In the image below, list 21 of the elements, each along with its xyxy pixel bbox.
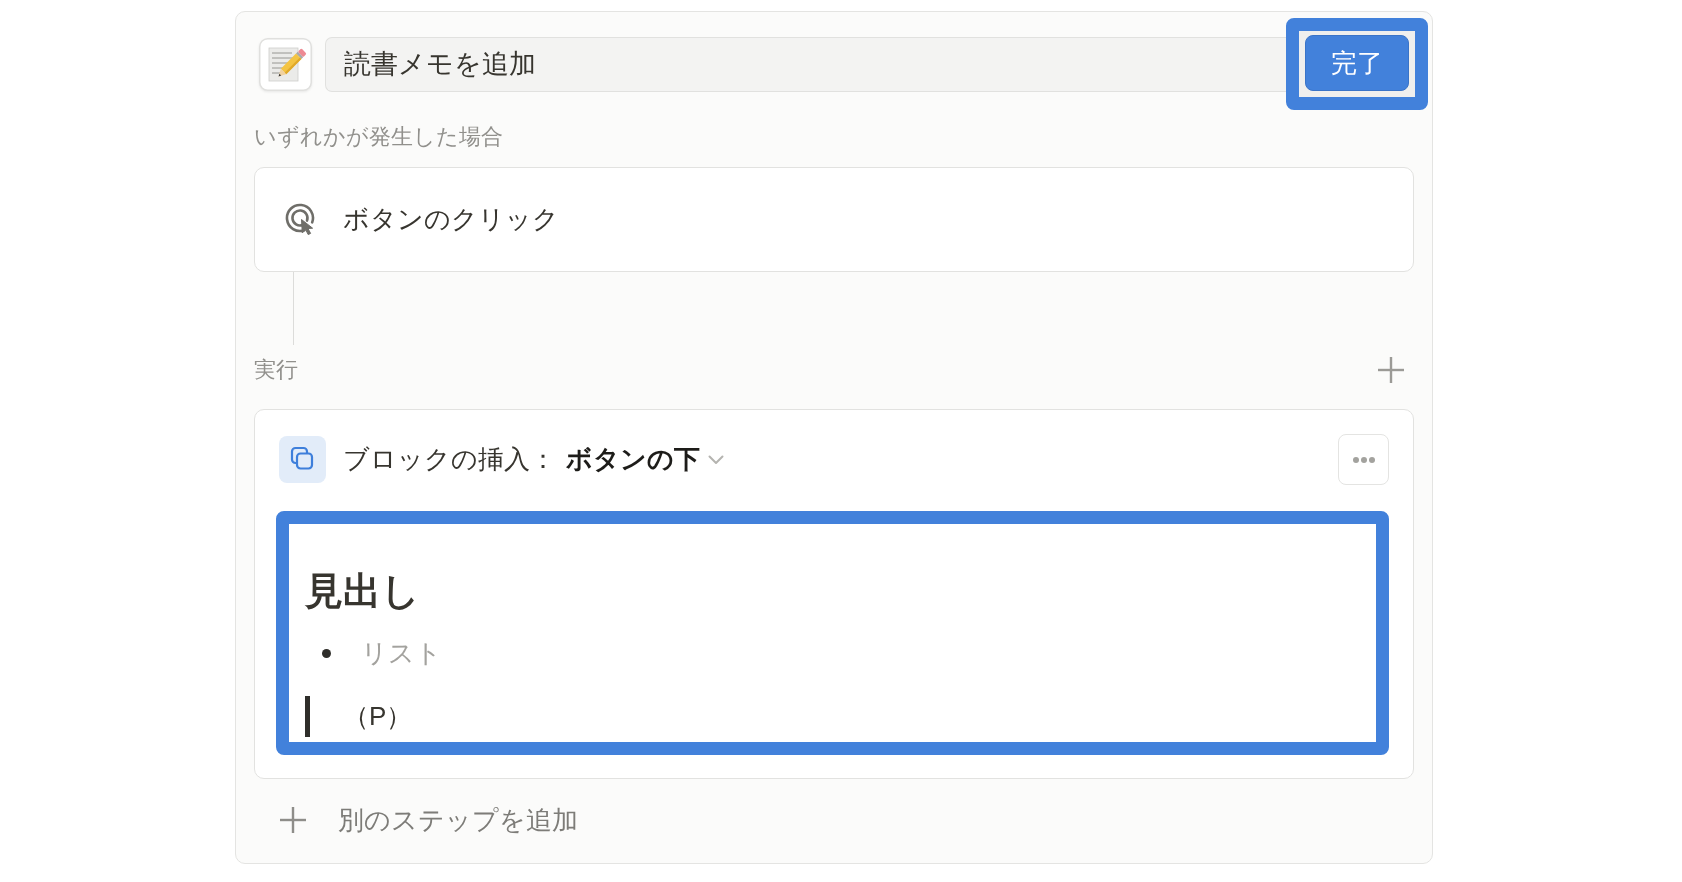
section-label: 実行 [254, 356, 298, 384]
trigger-label: ボタンのクリック [343, 203, 559, 236]
heading-text: 見出し [305, 569, 421, 614]
action-label: ブロックの挿入： [342, 443, 556, 476]
add-step-button[interactable]: 別のステップを追加 [254, 800, 578, 840]
bullet-icon [322, 648, 331, 658]
title-field[interactable]: 読書メモを追加 [324, 36, 1286, 92]
memo-icon[interactable] [258, 37, 312, 91]
plus-icon[interactable] [1378, 357, 1404, 383]
plus-icon [280, 807, 306, 833]
more-button[interactable] [1338, 434, 1389, 485]
done-button[interactable]: 完了 [1305, 35, 1409, 91]
position-dropdown[interactable]: ボタンの下 [565, 440, 724, 479]
list-item-text: リスト [361, 637, 442, 670]
quote-text: （P） [343, 700, 413, 733]
copy-icon [278, 436, 326, 483]
more-icon [1352, 456, 1375, 463]
quote-bar [305, 696, 310, 737]
trigger-card[interactable]: ボタンのクリック [254, 167, 1414, 272]
chevron-down-icon [707, 454, 724, 465]
section-label: いずれかが発生した場合 [254, 123, 504, 151]
